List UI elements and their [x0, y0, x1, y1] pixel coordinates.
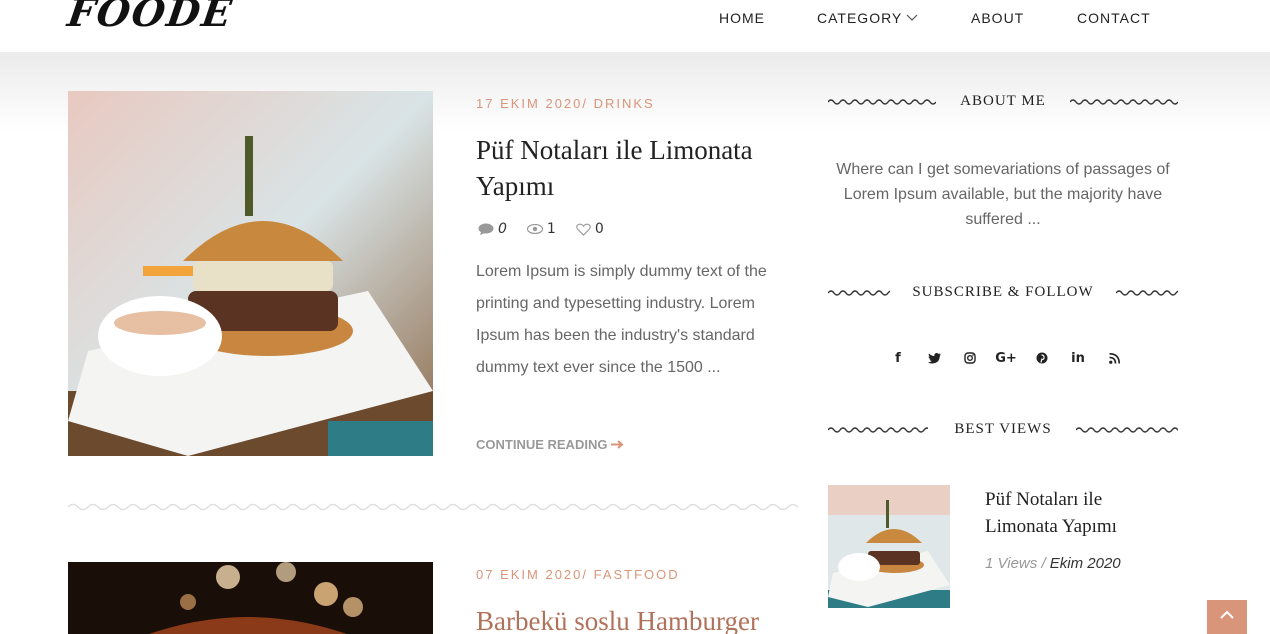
chevron-up-icon [1220, 610, 1234, 619]
widget-header-follow: SUBSCRIBE & FOLLOW [828, 284, 1178, 304]
post-excerpt: Lorem Ipsum is simply dummy text of the … [476, 263, 767, 376]
likes-stat[interactable]: 0 [576, 221, 604, 237]
eye-icon [526, 224, 543, 234]
post-image-barbecue[interactable] [68, 562, 433, 634]
wave-right [1076, 427, 1178, 433]
views-count: 1 [546, 221, 556, 237]
heart-icon [576, 223, 591, 236]
linkedin-icon[interactable]: in [1060, 348, 1096, 368]
best-view-date: Ekim 2020 [1049, 555, 1121, 572]
pinterest-icon[interactable] [1024, 348, 1060, 368]
best-view-views: 1 Views [985, 555, 1038, 572]
site-header: FOODE HOME CATEGORY ABOUT CONTACT [0, 0, 1270, 52]
post-title[interactable]: Püf Notaları ile Limonata Yapımı [476, 132, 796, 204]
comment-icon [478, 223, 494, 235]
continue-reading-link[interactable]: CONTINUE READING [476, 437, 624, 452]
best-view-meta: 1 Views / Ekim 2020 [985, 555, 1121, 572]
chevron-down-icon [906, 14, 918, 21]
instagram-icon[interactable] [952, 348, 988, 368]
likes-count: 0 [594, 221, 604, 237]
best-view-separator: / [1041, 555, 1046, 572]
post-meta[interactable]: 17 EKIM 2020/ DRINKS [476, 96, 655, 111]
facebook-icon[interactable]: f [880, 348, 916, 368]
nav-contact[interactable]: CONTACT [1077, 10, 1151, 26]
social-links: f G+ in [880, 348, 1132, 368]
google-plus-icon[interactable]: G+ [988, 348, 1024, 368]
views-stat: 1 [526, 221, 556, 237]
comments-stat[interactable]: 0 [478, 221, 507, 237]
comments-count: 0 [498, 221, 507, 237]
wavy-divider [68, 503, 798, 511]
wave-right [1070, 99, 1178, 105]
twitter-icon[interactable] [916, 348, 952, 368]
post-meta[interactable]: 07 EKIM 2020/ FASTFOOD [476, 567, 680, 582]
nav-category[interactable]: CATEGORY [817, 10, 918, 26]
wave-right [1116, 290, 1178, 296]
arrow-right-icon [611, 440, 624, 449]
nav-about[interactable]: ABOUT [971, 10, 1024, 26]
nav-home[interactable]: HOME [719, 10, 765, 26]
nav-category-label: CATEGORY [817, 10, 903, 26]
scroll-to-top-button[interactable] [1207, 600, 1247, 634]
site-logo[interactable]: FOODE [65, 0, 236, 35]
best-view-thumbnail[interactable] [828, 485, 950, 608]
post-title[interactable]: Barbekü soslu Hamburger [476, 603, 796, 634]
widget-header-about: ABOUT ME [828, 93, 1178, 113]
post-stats: 0 1 0 [478, 221, 624, 237]
rss-icon[interactable] [1096, 348, 1132, 368]
about-text: Where can I get somevariations of passag… [836, 161, 1170, 228]
post-image-burger[interactable] [68, 91, 433, 456]
widget-header-best: BEST VIEWS [828, 421, 1178, 441]
continue-reading-label: CONTINUE READING [476, 437, 608, 452]
best-view-title[interactable]: Püf Notaları ile Limonata Yapımı [985, 486, 1175, 540]
